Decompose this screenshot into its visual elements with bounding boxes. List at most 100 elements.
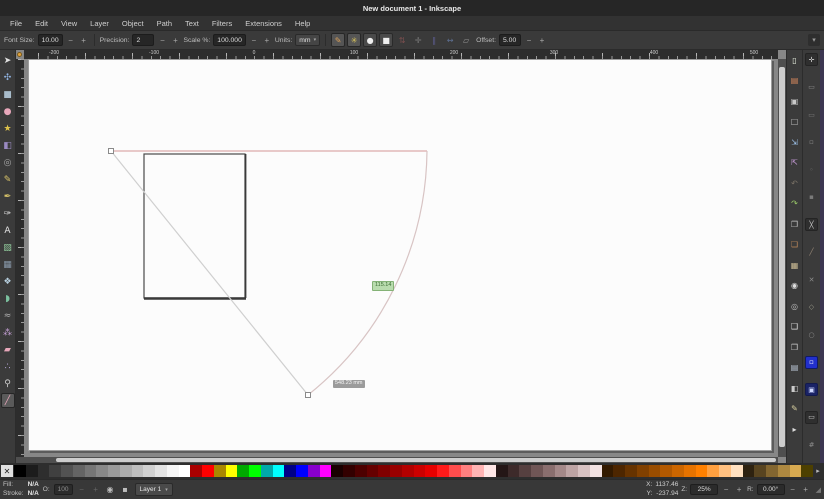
star-tool[interactable]: ★ — [1, 121, 15, 136]
document-page[interactable]: 115.14 548.23 mm — [28, 59, 772, 451]
rotation-input[interactable]: 0.00° — [757, 484, 785, 495]
snap-bbox-icon[interactable]: ▭ — [805, 81, 818, 94]
snap-grids-icon[interactable]: # — [805, 438, 818, 451]
menu-item[interactable]: View — [55, 18, 83, 29]
palette-swatch[interactable] — [155, 465, 167, 477]
zoom-increment-button[interactable]: + — [734, 485, 744, 494]
palette-swatch[interactable] — [754, 465, 766, 477]
palette-swatch[interactable] — [108, 465, 120, 477]
menu-item[interactable]: Object — [116, 18, 150, 29]
ellipse-tool[interactable]: ● — [1, 104, 15, 119]
menu-item[interactable]: Text — [179, 18, 205, 29]
font-size-decrement-button[interactable]: − — [66, 36, 76, 45]
drawn-rectangle[interactable] — [144, 154, 245, 298]
palette-swatch[interactable] — [308, 465, 320, 477]
node-tool[interactable]: ✣ — [1, 70, 15, 85]
fill-stroke-indicator[interactable]: Fill: N/A Stroke: N/A — [3, 481, 39, 497]
spray-tool[interactable]: ⁂ — [1, 325, 15, 340]
palette-swatch[interactable] — [484, 465, 496, 477]
group-icon[interactable]: ❑ — [789, 321, 801, 333]
redo-icon[interactable]: ↷ — [789, 198, 801, 210]
spiral-tool[interactable]: ◎ — [1, 155, 15, 170]
snap-enabled-toggle[interactable]: ✛ — [805, 53, 818, 66]
precision-increment-button[interactable]: + — [170, 36, 180, 45]
palette-swatch[interactable] — [731, 465, 743, 477]
vertical-scrollbar-thumb[interactable] — [779, 67, 785, 447]
palette-swatch[interactable] — [143, 465, 155, 477]
measure-between-items-toggle[interactable]: ■ — [379, 33, 393, 47]
rotation-decrement-button[interactable]: − — [788, 485, 798, 494]
duplicate-icon[interactable]: ▦ — [789, 259, 801, 271]
palette-swatch[interactable] — [96, 465, 108, 477]
export-icon[interactable]: ⇱ — [789, 157, 801, 169]
zoom-tool[interactable]: ⚲ — [1, 376, 15, 391]
menu-item[interactable]: Help — [289, 18, 316, 29]
palette-swatch[interactable] — [214, 465, 226, 477]
palette-swatch[interactable] — [743, 465, 755, 477]
palette-swatch[interactable] — [296, 465, 308, 477]
snap-bbox-midpoints-icon[interactable]: ◦ — [805, 163, 818, 176]
offset-decrement-button[interactable]: − — [524, 36, 534, 45]
palette-swatch[interactable] — [461, 465, 473, 477]
palette-swatch[interactable] — [602, 465, 614, 477]
palette-swatch[interactable] — [449, 465, 461, 477]
palette-scroll-right-button[interactable]: ▸ — [813, 467, 823, 475]
palette-swatch[interactable] — [14, 465, 26, 477]
palette-swatch[interactable] — [801, 465, 813, 477]
horizontal-scrollbar[interactable] — [16, 457, 778, 463]
palette-swatch[interactable] — [613, 465, 625, 477]
palette-swatch[interactable] — [273, 465, 285, 477]
palette-swatch[interactable] — [425, 465, 437, 477]
palette-swatch[interactable] — [672, 465, 684, 477]
palette-swatch[interactable] — [249, 465, 261, 477]
palette-swatch[interactable] — [519, 465, 531, 477]
palette-swatch[interactable] — [555, 465, 567, 477]
palette-swatch[interactable] — [132, 465, 144, 477]
zoom-input[interactable]: 25% — [690, 484, 718, 495]
toolbar-overflow-button[interactable]: ▾ — [808, 34, 820, 46]
rectangle-tool[interactable]: ■ — [1, 87, 15, 102]
palette-swatch[interactable] — [625, 465, 637, 477]
opacity-increment-button[interactable]: + — [91, 485, 101, 494]
palette-swatch[interactable] — [531, 465, 543, 477]
paint-bucket-tool[interactable]: ◗ — [1, 291, 15, 306]
snap-object-centers-toggle[interactable]: ▣ — [805, 383, 818, 396]
phantom-measure-button[interactable]: ✛ — [411, 33, 425, 47]
palette-swatch[interactable] — [649, 465, 661, 477]
palette-swatch[interactable] — [390, 465, 402, 477]
text-tool[interactable]: A — [1, 223, 15, 238]
vertical-scrollbar[interactable] — [778, 59, 786, 457]
palette-swatch[interactable] — [367, 465, 379, 477]
measure-start-node[interactable] — [109, 149, 114, 154]
fill-stroke-dialog-icon[interactable]: ◧ — [789, 382, 801, 394]
menu-item[interactable]: Layer — [84, 18, 115, 29]
pen-tool[interactable]: ✒ — [1, 189, 15, 204]
horizontal-scrollbar-thumb[interactable] — [56, 458, 776, 462]
palette-swatch[interactable] — [437, 465, 449, 477]
dropper-tool[interactable]: ❖ — [1, 274, 15, 289]
snap-smooth-nodes-icon[interactable]: ○ — [805, 328, 818, 341]
snap-midpoints-toggle[interactable]: ▫ — [805, 356, 818, 369]
palette-swatch[interactable] — [120, 465, 132, 477]
measure-only-selected-toggle[interactable]: ✎ — [331, 33, 345, 47]
text-dialog-icon[interactable]: ✎ — [789, 403, 801, 415]
palette-swatch[interactable] — [85, 465, 97, 477]
connector-tool[interactable]: ∴ — [1, 359, 15, 374]
menu-item[interactable]: Path — [151, 18, 178, 29]
reverse-measure-button[interactable]: ⇅ — [395, 33, 409, 47]
layer-lock-icon[interactable]: ▪ — [120, 484, 131, 495]
palette-swatch[interactable] — [766, 465, 778, 477]
ungroup-icon[interactable]: ❒ — [789, 341, 801, 353]
palette-swatch[interactable] — [637, 465, 649, 477]
scale-decrement-button[interactable]: − — [249, 36, 259, 45]
palette-swatch[interactable] — [778, 465, 790, 477]
font-size-increment-button[interactable]: + — [79, 36, 89, 45]
palette-swatch[interactable] — [590, 465, 602, 477]
calligraphy-tool[interactable]: ✑ — [1, 206, 15, 221]
ignore-first-last-toggle[interactable]: ● — [363, 33, 377, 47]
box3d-tool[interactable]: ◧ — [1, 138, 15, 153]
palette-swatch[interactable] — [320, 465, 332, 477]
palette-swatch[interactable] — [719, 465, 731, 477]
selector-tool[interactable]: ➤ — [1, 53, 15, 68]
palette-swatch[interactable] — [261, 465, 273, 477]
